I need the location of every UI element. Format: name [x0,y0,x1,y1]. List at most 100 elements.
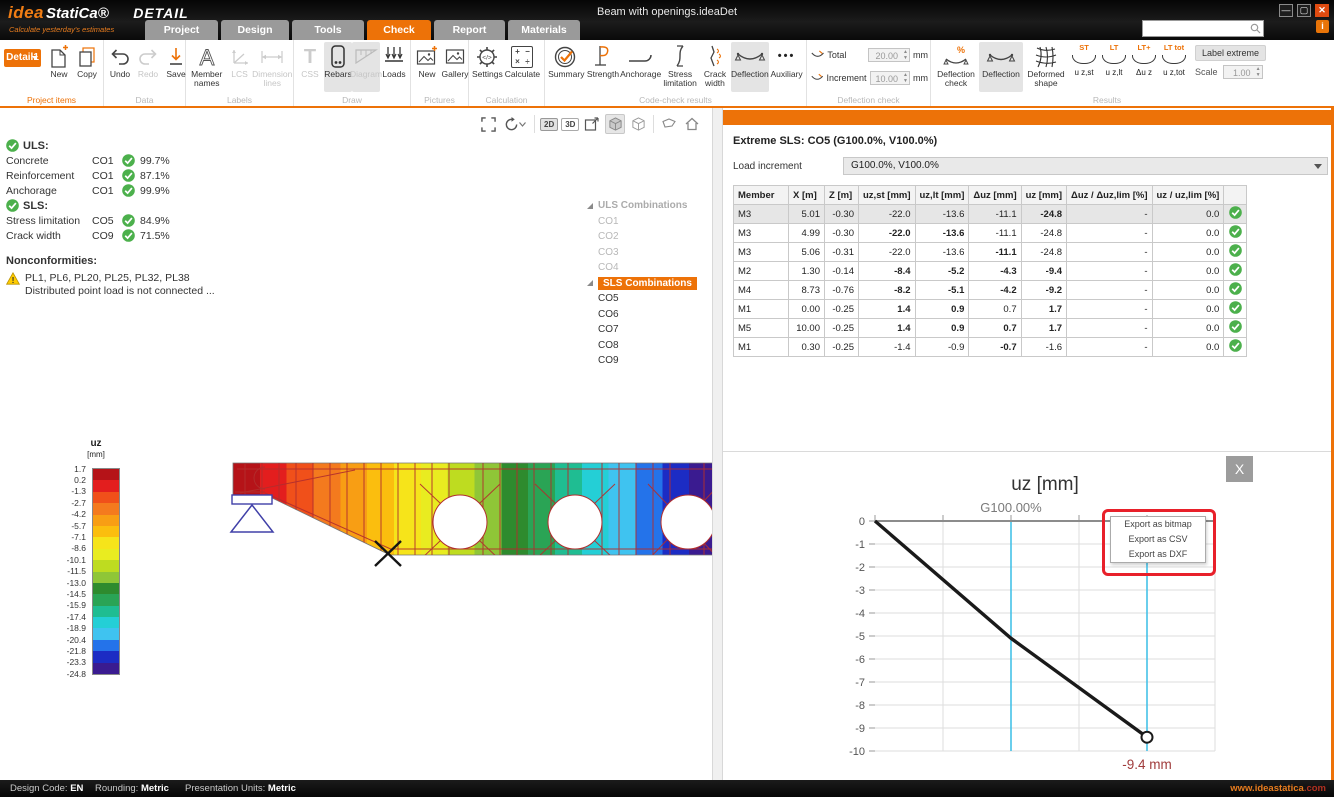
label-extreme-button[interactable]: Label extreme [1195,45,1266,61]
fit-view-icon[interactable] [478,114,498,134]
solid-view-icon[interactable] [605,114,625,134]
export-view-icon[interactable] [582,114,602,134]
stress-limitation-button[interactable]: Stress limitation [661,42,700,92]
total-value-field[interactable]: 20.00▲▼ [868,48,910,62]
new-picture-button[interactable]: New [413,42,441,92]
deflection-toggle[interactable]: Deflection [979,42,1023,92]
tab-check[interactable]: Check [367,20,431,40]
menu-item-export-as-dxf[interactable]: Export as DXF [1111,547,1205,562]
member-names-button[interactable]: A Member names [188,42,226,92]
tree-group-sls-combinations[interactable]: SLS Combinations [586,276,697,292]
redo-button[interactable]: Redo [134,42,162,92]
column-header[interactable]: X [m] [789,186,825,205]
css-button[interactable]: T CSS [296,42,324,92]
maximize-button[interactable]: ▢ [1297,4,1311,17]
section-view-icon[interactable] [659,114,679,134]
deflection-check-toggle[interactable]: % Deflection check [933,42,979,92]
tree-item-co5[interactable]: CO5 [586,291,697,307]
table-row[interactable]: M510.00-0.251.40.90.71.7-0.0 [734,319,1247,338]
minimize-button[interactable]: — [1279,4,1293,17]
detail-selector-button[interactable]: Detail1 [4,49,41,67]
tree-group-uls-combinations[interactable]: ULS Combinations [586,198,697,214]
tab-design[interactable]: Design [221,20,289,40]
tree-item-co8[interactable]: CO8 [586,338,697,354]
auxiliary-button[interactable]: ••• Auxiliary [769,42,804,92]
scale-field[interactable]: 1.00▲▼ [1223,65,1263,79]
summary-button[interactable]: Summary [547,42,586,92]
tab-report[interactable]: Report [434,20,505,40]
table-row[interactable]: M34.99-0.30-22.0-13.6-11.1-24.8-0.0 [734,224,1247,243]
rebars-button[interactable]: Rebars [324,42,352,92]
column-header[interactable]: uz,lt [mm] [915,186,969,205]
diagram-button[interactable]: Diagram [352,42,380,92]
undo-button[interactable]: Undo [106,42,134,92]
tree-item-co6[interactable]: CO6 [586,307,697,323]
calculate-button[interactable]: +−×÷ Calculate [504,42,541,92]
gallery-button[interactable]: Gallery [441,42,469,92]
result-toggle-u-z-lt[interactable]: LTu z,lt [1099,42,1129,77]
lcs-button[interactable]: LCS [226,42,254,92]
copy-project-item-button[interactable]: Copy [73,42,101,92]
result-toggle-Δu-z[interactable]: LT+Δu z [1129,42,1159,77]
view-3d-button[interactable]: 3D [561,118,579,131]
table-row[interactable]: M21.30-0.14-8.4-5.2-4.3-9.4-0.0 [734,262,1247,281]
spinner-icon[interactable]: ▲▼ [903,49,908,61]
expander-wrap[interactable] [586,279,598,287]
tree-item-co1[interactable]: CO1 [586,214,697,230]
tab-project[interactable]: Project [145,20,218,40]
search-input[interactable] [1145,21,1249,36]
tree-item-co7[interactable]: CO7 [586,322,697,338]
deflection-chart[interactable]: 0-1-2-3-4-5-6-7-8-9-10G100.00%-9.4 mm [723,452,1334,780]
table-row[interactable]: M35.01-0.30-22.0-13.6-11.1-24.8-0.0 [734,205,1247,224]
website-link[interactable]: www.ideastatica.com [1230,783,1326,794]
menu-item-export-as-csv[interactable]: Export as CSV [1111,532,1205,547]
crack-width-button[interactable]: Crack width [699,42,730,92]
column-header[interactable]: uz / uz,lim [%] [1152,186,1224,205]
menu-item-export-as-bitmap[interactable]: Export as bitmap [1111,517,1205,532]
info-button[interactable]: i [1316,20,1329,33]
search-box[interactable] [1142,20,1264,37]
spinner-icon[interactable]: ▲▼ [903,72,908,84]
tab-materials[interactable]: Materials [508,20,580,40]
wireframe-view-icon[interactable] [628,114,648,134]
panel-divider[interactable] [712,108,723,780]
chart-endpoint-marker[interactable] [1142,732,1153,743]
tree-item-co4[interactable]: CO4 [586,260,697,276]
new-project-item-button[interactable]: New [45,42,73,92]
settings-button[interactable]: </> Settings [471,42,504,92]
table-row[interactable]: M10.00-0.251.40.90.71.7-0.0 [734,300,1247,319]
deflection-check-result-button[interactable]: Deflection [731,42,770,92]
column-header[interactable] [1224,186,1247,205]
expander-wrap[interactable] [586,202,598,210]
loads-button[interactable]: Loads [380,42,408,92]
rotate-view-icon[interactable] [501,114,529,134]
strength-button[interactable]: Strength [586,42,621,92]
column-header[interactable]: Δuz / Δuz,lim [%] [1067,186,1152,205]
result-toggle-u-z-tot[interactable]: LT totu z,tot [1159,42,1189,77]
view-2d-button[interactable]: 2D [540,118,558,131]
nonconformity-item[interactable]: !PL1, PL6, PL20, PL25, PL32, PL38Distrib… [6,272,215,298]
anchorage-button[interactable]: Anchorage [620,42,660,92]
load-increment-dropdown[interactable]: G100.0%, V100.0% [843,157,1328,175]
tree-item-co3[interactable]: CO3 [586,245,697,261]
model-canvas[interactable]: 2D 3D ULS:ConcreteCO199.7%ReinforcementC… [0,108,712,780]
result-toggle-u-z-st[interactable]: STu z,st [1069,42,1099,77]
dimension-lines-button[interactable]: Dimension lines [254,42,292,92]
column-header[interactable]: uz [mm] [1021,186,1066,205]
column-header[interactable]: Member [734,186,789,205]
spinner-icon[interactable]: ▲▼ [1256,66,1261,78]
beam-model[interactable] [225,453,720,578]
column-header[interactable]: Δuz [mm] [969,186,1021,205]
tab-tools[interactable]: Tools [292,20,364,40]
table-row[interactable]: M10.30-0.25-1.4-0.9-0.7-1.6-0.0 [734,338,1247,357]
table-row[interactable]: M48.73-0.76-8.2-5.1-4.2-9.2-0.0 [734,281,1247,300]
home-view-icon[interactable] [682,114,702,134]
close-button[interactable]: ✕ [1315,4,1329,17]
column-header[interactable]: Z [m] [825,186,859,205]
chart-close-button[interactable]: X [1226,456,1253,482]
increment-value-field[interactable]: 10.00▲▼ [870,71,910,85]
deformed-shape-toggle[interactable]: Deformed shape [1023,42,1069,92]
tree-item-co9[interactable]: CO9 [586,353,697,369]
column-header[interactable]: uz,st [mm] [859,186,916,205]
tree-item-co2[interactable]: CO2 [586,229,697,245]
